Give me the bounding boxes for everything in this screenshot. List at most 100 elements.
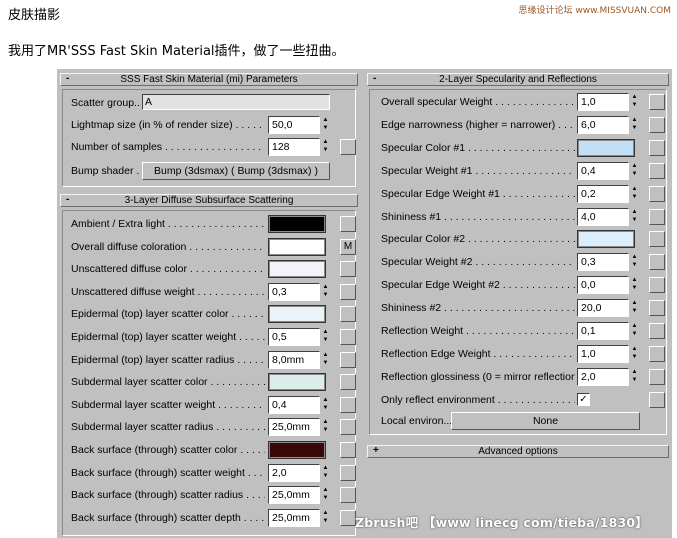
map-button[interactable] [649, 254, 665, 271]
parameter-row: Specular Edge Weight #2 . . . . . . . . … [381, 276, 671, 295]
spinner-arrows-icon[interactable]: ▲ ▼ [321, 116, 330, 134]
spinner-arrows-icon[interactable]: ▲ ▼ [630, 368, 639, 386]
map-button[interactable]: M [340, 238, 356, 255]
color-swatch[interactable] [268, 260, 326, 279]
map-button[interactable] [340, 442, 356, 458]
rollout-diffuse-sss-header[interactable]: - 3-Layer Diffuse Subsurface Scattering [60, 194, 358, 207]
spinner-arrows-icon[interactable]: ▲ ▼ [321, 396, 330, 414]
local-environment-label: Local environ... [381, 415, 451, 427]
map-button[interactable] [649, 323, 665, 339]
value-spinner[interactable]: 0,4 [577, 161, 629, 180]
spinner-arrows-icon[interactable]: ▲ ▼ [630, 299, 639, 317]
value-spinner[interactable]: 0,4 [268, 395, 320, 414]
spinner-arrows-icon[interactable]: ▲ ▼ [321, 283, 330, 301]
map-button[interactable] [649, 208, 665, 225]
value-spinner[interactable]: 0,3 [577, 253, 629, 272]
rollout-title: Advanced options [478, 446, 558, 457]
value-spinner[interactable]: 25,0mm [268, 508, 320, 527]
color-swatch[interactable] [577, 138, 635, 157]
color-swatch[interactable] [268, 215, 326, 233]
map-button[interactable] [649, 368, 665, 385]
parameter-row: Back surface (through) scatter weight . … [71, 463, 361, 483]
map-button[interactable] [340, 306, 356, 323]
parameter-row: Overall diffuse coloration . . . . . . .… [71, 237, 361, 257]
value-spinner[interactable]: 25,0mm [268, 486, 320, 505]
value-spinner[interactable]: 2,0 [268, 463, 320, 482]
scatter-group-label: Scatter group... [71, 97, 141, 109]
map-button[interactable] [340, 329, 356, 345]
spinner-arrows-icon[interactable]: ▲ ▼ [321, 418, 330, 436]
lightmap-size-spinner[interactable]: 50,0 [268, 116, 320, 134]
map-button[interactable] [649, 231, 665, 248]
spinner-arrows-icon[interactable]: ▲ ▼ [630, 276, 639, 294]
map-button[interactable] [649, 94, 665, 110]
map-button[interactable] [649, 300, 665, 317]
map-button[interactable] [649, 139, 665, 156]
rollout-sss-parameters-header[interactable]: - SSS Fast Skin Material (mi) Parameters [60, 73, 358, 86]
collapse-sign: - [66, 73, 70, 84]
map-button[interactable] [340, 261, 356, 278]
color-swatch[interactable] [268, 441, 326, 459]
spinner-arrows-icon[interactable]: ▲ ▼ [630, 162, 639, 180]
map-button[interactable] [649, 391, 665, 408]
value-spinner[interactable]: 4,0 [577, 207, 629, 226]
spinner-arrows-icon[interactable]: ▲ ▼ [321, 486, 330, 504]
spinner-arrows-icon[interactable]: ▲ ▼ [321, 509, 330, 527]
value-spinner[interactable]: 8,0mm [268, 350, 320, 369]
map-button[interactable] [649, 277, 665, 294]
map-button[interactable] [649, 345, 665, 362]
scatter-group-field[interactable]: A [142, 94, 330, 110]
map-button[interactable] [340, 509, 356, 526]
value-spinner[interactable]: 2,0 [577, 367, 629, 386]
spinner-arrows-icon[interactable]: ▲ ▼ [321, 464, 330, 482]
map-button[interactable] [340, 487, 356, 504]
spinner-arrows-icon[interactable]: ▲ ▼ [321, 351, 330, 369]
map-button[interactable] [649, 185, 665, 202]
spinner-arrows-icon[interactable]: ▲ ▼ [630, 345, 639, 363]
spinner-arrows-icon[interactable]: ▲ ▼ [630, 116, 639, 134]
samples-spinner[interactable]: 128 [268, 138, 320, 156]
value-spinner[interactable]: 1,0 [577, 344, 629, 363]
spinner-arrows-icon[interactable]: ▲ ▼ [630, 93, 639, 111]
color-swatch[interactable] [268, 305, 326, 324]
samples-map-button[interactable] [340, 139, 356, 155]
spinner-arrows-icon[interactable]: ▲ ▼ [321, 328, 330, 346]
value-spinner[interactable]: 0,0 [577, 276, 629, 295]
value-spinner[interactable]: 0,1 [577, 322, 629, 340]
parameter-label: Subdermal layer scatter radius . . . . .… [71, 421, 265, 434]
spinner-arrows-icon[interactable]: ▲ ▼ [630, 322, 639, 340]
local-environment-button[interactable]: None [451, 412, 640, 430]
map-button[interactable] [649, 116, 665, 133]
value-spinner[interactable]: 0,3 [268, 282, 320, 301]
bump-shader-button[interactable]: Bump (3dsmax) ( Bump (3dsmax) ) [142, 162, 330, 180]
color-swatch[interactable] [268, 373, 326, 392]
map-button[interactable] [340, 396, 356, 413]
parameter-label: Edge narrowness (higher = narrower) . . … [381, 118, 575, 131]
spinner-arrows-icon[interactable]: ▲ ▼ [321, 138, 330, 156]
value-spinner[interactable]: 20,0 [577, 299, 629, 318]
value-spinner[interactable]: 0,2 [577, 184, 629, 203]
spinner-arrows-icon[interactable]: ▲ ▼ [630, 208, 639, 226]
spinner-arrows-icon[interactable]: ▲ ▼ [630, 253, 639, 271]
map-button[interactable] [340, 464, 356, 481]
map-button[interactable] [340, 283, 356, 300]
value-spinner[interactable]: 1,0 [577, 93, 629, 111]
parameter-row: Back surface (through) scatter color . .… [71, 441, 361, 460]
color-swatch[interactable] [268, 237, 326, 256]
article-intro: 我用了MR'SSS Fast Skin Material插件，做了一些扭曲。 [8, 44, 345, 59]
local-environment-row: Local environ... None [381, 412, 661, 431]
value-spinner[interactable]: 0,5 [268, 328, 320, 346]
map-button[interactable] [340, 216, 356, 232]
checkbox[interactable]: ✓ [577, 392, 590, 406]
value-spinner[interactable]: 6,0 [577, 115, 629, 134]
map-button[interactable] [340, 419, 356, 436]
map-button[interactable] [340, 374, 356, 391]
parameter-row: Overall specular Weight . . . . . . . . … [381, 93, 671, 112]
map-button[interactable] [340, 351, 356, 368]
rollout-specular-header[interactable]: - 2-Layer Specularity and Reflections [367, 73, 669, 86]
rollout-advanced-header[interactable]: + Advanced options [367, 445, 669, 458]
value-spinner[interactable]: 25,0mm [268, 418, 320, 437]
color-swatch[interactable] [577, 230, 635, 249]
spinner-arrows-icon[interactable]: ▲ ▼ [630, 185, 639, 203]
map-button[interactable] [649, 162, 665, 179]
